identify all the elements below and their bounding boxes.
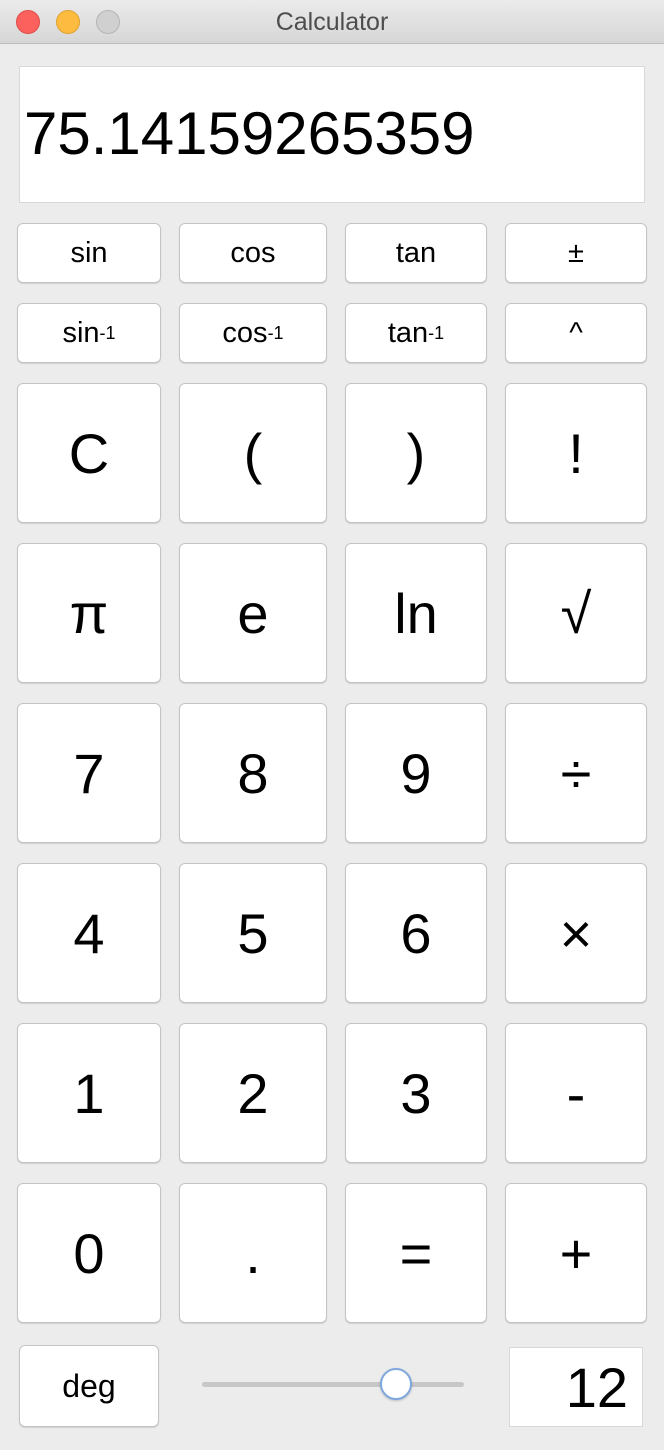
precision-slider[interactable] (202, 1366, 464, 1404)
open-paren-label: ( (243, 421, 263, 485)
precision-field: 12 (509, 1347, 643, 1427)
sqrt-button[interactable]: √ (505, 543, 647, 683)
clear-label: C (68, 421, 110, 485)
plus-label: + (559, 1221, 593, 1285)
arccos-label: cos (222, 316, 268, 349)
digit-5-button[interactable]: 5 (179, 863, 327, 1003)
close-paren-label: ) (406, 421, 426, 485)
e-label: e (237, 581, 269, 645)
digit-9-label: 9 (400, 741, 432, 805)
divide-button[interactable]: ÷ (505, 703, 647, 843)
angle-mode-label: deg (62, 1367, 116, 1404)
digit-9-button[interactable]: 9 (345, 703, 487, 843)
multiply-label: × (559, 901, 593, 965)
precision-value: 12 (565, 1356, 628, 1419)
pi-label: π (69, 581, 109, 645)
title-bar: Calculator (0, 0, 664, 44)
digit-4-label: 4 (73, 901, 105, 965)
digit-3-button[interactable]: 3 (345, 1023, 487, 1163)
multiply-button[interactable]: × (505, 863, 647, 1003)
close-paren-button[interactable]: ) (345, 383, 487, 523)
digit-8-label: 8 (237, 741, 269, 805)
clear-button[interactable]: C (17, 383, 161, 523)
cos-label: cos (230, 236, 276, 269)
arctan-button[interactable]: tan -1 (345, 303, 487, 363)
plus-minus-button[interactable]: ± (505, 223, 647, 283)
precision-slider-thumb[interactable] (379, 1368, 412, 1400)
arcsin-label: sin (62, 316, 100, 349)
digit-7-button[interactable]: 7 (17, 703, 161, 843)
digit-5-label: 5 (237, 901, 269, 965)
digit-2-label: 2 (237, 1061, 269, 1125)
plus-minus-label: ± (568, 236, 584, 269)
digit-3-label: 3 (400, 1061, 432, 1125)
digit-1-label: 1 (73, 1061, 105, 1125)
open-paren-button[interactable]: ( (179, 383, 327, 523)
precision-slider-track[interactable] (202, 1382, 464, 1387)
tan-button[interactable]: tan (345, 223, 487, 283)
e-button[interactable]: e (179, 543, 327, 683)
ln-label: ln (394, 581, 438, 645)
digit-8-button[interactable]: 8 (179, 703, 327, 843)
window-title: Calculator (275, 8, 389, 36)
digit-6-label: 6 (400, 901, 432, 965)
arccos-button[interactable]: cos -1 (179, 303, 327, 363)
power-button[interactable]: ^ (505, 303, 647, 363)
pi-button[interactable]: π (17, 543, 161, 683)
result-display: 75.14159265359 (19, 66, 645, 203)
sin-button[interactable]: sin (17, 223, 161, 283)
digit-1-button[interactable]: 1 (17, 1023, 161, 1163)
divide-label: ÷ (560, 741, 592, 805)
factorial-label: ! (568, 421, 584, 485)
angle-mode-button[interactable]: deg (19, 1345, 159, 1427)
decimal-point-button[interactable]: . (179, 1183, 327, 1323)
arcsin-button[interactable]: sin -1 (17, 303, 161, 363)
sin-label: sin (70, 236, 108, 269)
digit-2-button[interactable]: 2 (179, 1023, 327, 1163)
ln-button[interactable]: ln (345, 543, 487, 683)
minus-label: - (566, 1061, 586, 1125)
display-value: 75.14159265359 (24, 100, 475, 167)
decimal-point-label: . (245, 1221, 261, 1285)
tan-label: tan (395, 236, 437, 269)
power-label: ^ (569, 316, 583, 349)
equals-label: = (399, 1221, 433, 1285)
sqrt-label: √ (560, 581, 592, 645)
minus-button[interactable]: - (505, 1023, 647, 1163)
digit-7-label: 7 (73, 741, 105, 805)
digit-0-button[interactable]: 0 (17, 1183, 161, 1323)
digit-0-label: 0 (73, 1221, 105, 1285)
digit-4-button[interactable]: 4 (17, 863, 161, 1003)
digit-6-button[interactable]: 6 (345, 863, 487, 1003)
plus-button[interactable]: + (505, 1183, 647, 1323)
equals-button[interactable]: = (345, 1183, 487, 1323)
factorial-button[interactable]: ! (505, 383, 647, 523)
cos-button[interactable]: cos (179, 223, 327, 283)
arctan-label: tan (387, 316, 429, 349)
